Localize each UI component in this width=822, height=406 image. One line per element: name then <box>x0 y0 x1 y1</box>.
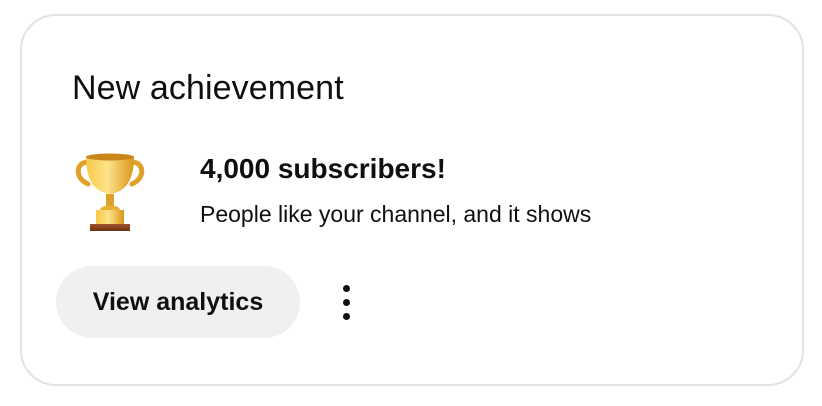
more-vert-icon[interactable] <box>326 278 366 326</box>
more-dot-1 <box>342 284 350 292</box>
achievement-card: New achievement 4,000 subscribers! Peopl… <box>20 14 804 386</box>
trophy-icon <box>75 153 145 231</box>
more-dot-2 <box>342 298 350 306</box>
more-dot-3 <box>342 312 350 320</box>
card-title: New achievement <box>72 69 344 107</box>
achievement-subtext: People like your channel, and it shows <box>200 201 592 227</box>
achievement-headline: 4,000 subscribers! <box>200 153 446 184</box>
view-analytics-button[interactable]: View analytics <box>56 266 300 338</box>
